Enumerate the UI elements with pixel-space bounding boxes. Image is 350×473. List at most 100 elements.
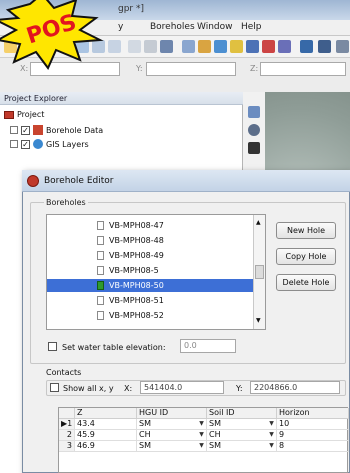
scroll-thumb[interactable]	[255, 265, 264, 279]
list-item-label: VB-MPH08-51	[109, 296, 164, 305]
checkbox-gis-layers[interactable]: ✓	[21, 139, 30, 149]
scroll-down-icon[interactable]: ▼	[256, 317, 261, 324]
more-icon[interactable]	[336, 40, 349, 53]
column-header-hgu-id[interactable]: HGU ID	[137, 408, 207, 419]
cell-horizon[interactable]: 9	[277, 430, 349, 441]
cell-z[interactable]: 46.9	[75, 441, 137, 452]
column-header-horizon[interactable]: Horizon	[277, 408, 349, 419]
model-icon[interactable]	[300, 40, 313, 53]
water-table-label: Set water table elevation:	[62, 343, 166, 352]
water-table-checkbox[interactable]	[48, 342, 57, 351]
menu-window[interactable]: Window	[197, 22, 233, 32]
x-value-field[interactable]: 541404.0	[140, 381, 224, 394]
scroll-up-icon[interactable]: ▲	[256, 219, 261, 226]
tree-item-label: Borehole Data	[46, 125, 104, 135]
cell-horizon[interactable]: 8	[277, 441, 349, 452]
cell-hgu-value: SM	[139, 441, 151, 450]
list-item[interactable]: VB-MPH08-47	[47, 219, 265, 232]
tree-item-gis-layers[interactable]: ✓ GIS Layers	[10, 139, 89, 149]
view-icon[interactable]	[318, 40, 331, 53]
column-header-soil-id[interactable]: Soil ID	[207, 408, 277, 419]
cell-z[interactable]: 45.9	[75, 430, 137, 441]
target-icon[interactable]	[144, 40, 157, 53]
show-all-xy-checkbox[interactable]	[50, 383, 59, 392]
tree-item-project[interactable]: Project	[4, 110, 44, 119]
project-explorer-title: Project Explorer	[4, 94, 68, 103]
water-table-input[interactable]: 0.0	[180, 339, 236, 353]
cell-soil-id[interactable]: CH ▼	[207, 430, 277, 441]
list-item-selected[interactable]: VB-MPH08-50	[47, 279, 265, 292]
export-icon[interactable]	[262, 40, 275, 53]
expand-icon[interactable]	[10, 140, 18, 148]
filter-icon[interactable]	[182, 40, 195, 53]
lamp-icon[interactable]	[230, 40, 243, 53]
y-coord-label: Y:	[136, 64, 143, 73]
cell-soil-value: CH	[209, 430, 221, 439]
dropdown-arrow-icon[interactable]: ▼	[268, 442, 275, 450]
expand-icon[interactable]	[10, 126, 18, 134]
list-item[interactable]: VB-MPH08-52	[47, 309, 265, 322]
hole-icon	[97, 236, 104, 245]
y-label: Y:	[236, 384, 243, 393]
settings-icon[interactable]	[128, 40, 141, 53]
cell-hgu-id[interactable]: SM ▼	[137, 419, 207, 430]
book-icon[interactable]	[246, 40, 259, 53]
list-item-label: VB-MPH08-5	[109, 266, 159, 275]
pointer-icon[interactable]	[248, 106, 260, 118]
row-header[interactable]: 3	[59, 441, 75, 452]
list-item[interactable]: VB-MPH08-5	[47, 264, 265, 277]
contacts-table[interactable]: Z HGU ID Soil ID Horizon ▶1 43.4 SM ▼ SM ▼…	[58, 407, 349, 473]
delete-hole-button[interactable]: Delete Hole	[276, 274, 336, 291]
starburst-badge: POS	[0, 0, 104, 70]
list-item[interactable]: VB-MPH08-49	[47, 249, 265, 262]
zoom-icon[interactable]	[160, 40, 173, 53]
cell-hgu-value: SM	[139, 419, 151, 428]
dropdown-arrow-icon[interactable]: ▼	[198, 431, 205, 439]
cell-soil-value: SM	[209, 441, 221, 450]
dropdown-arrow-icon[interactable]: ▼	[198, 420, 205, 428]
chart-icon[interactable]	[214, 40, 227, 53]
column-header-z[interactable]: Z	[75, 408, 137, 419]
row-header[interactable]: 2	[59, 430, 75, 441]
y-value-field[interactable]: 2204866.0	[250, 381, 340, 394]
tree-item-label: GIS Layers	[46, 139, 89, 149]
cell-soil-id[interactable]: SM ▼	[207, 441, 277, 452]
hole-icon	[97, 251, 104, 260]
borehole-list[interactable]: VB-MPH08-47 VB-MPH08-48 VB-MPH08-49 VB-M…	[46, 214, 266, 330]
menu-boreholes[interactable]: Boreholes	[150, 22, 195, 32]
z-coord-field[interactable]	[260, 62, 346, 76]
cell-z[interactable]: 43.4	[75, 419, 137, 430]
dropdown-arrow-icon[interactable]: ▼	[198, 442, 205, 450]
cell-soil-id[interactable]: SM ▼	[207, 419, 277, 430]
grid-icon[interactable]	[198, 40, 211, 53]
list-item[interactable]: VB-MPH08-51	[47, 294, 265, 307]
tree-item-label: Project	[17, 110, 45, 119]
checkbox-borehole-data[interactable]: ✓	[21, 125, 30, 135]
row-header[interactable]: ▶1	[59, 419, 75, 430]
list-item-label: VB-MPH08-50	[109, 281, 164, 290]
dialog-titlebar: Borehole Editor	[22, 170, 350, 192]
project-explorer-header: Project Explorer	[0, 92, 243, 105]
report-icon[interactable]	[278, 40, 291, 53]
table-corner	[59, 408, 75, 419]
hole-icon	[97, 311, 104, 320]
dialog-app-icon	[27, 175, 39, 187]
list-item[interactable]: VB-MPH08-48	[47, 234, 265, 247]
y-coord-field[interactable]	[146, 62, 236, 76]
copy-hole-button[interactable]: Copy Hole	[276, 248, 336, 265]
list-item-label: VB-MPH08-48	[109, 236, 164, 245]
zoom-in-icon[interactable]	[248, 124, 260, 136]
menu-help[interactable]: Help	[241, 22, 262, 32]
cell-hgu-id[interactable]: CH ▼	[137, 430, 207, 441]
dropdown-arrow-icon[interactable]: ▼	[268, 420, 275, 428]
tree-item-borehole-data[interactable]: ✓ Borehole Data	[10, 125, 103, 135]
pan-icon[interactable]	[248, 142, 260, 154]
dropdown-arrow-icon[interactable]: ▼	[268, 431, 275, 439]
cell-horizon[interactable]: 10	[277, 419, 349, 430]
new-hole-button[interactable]: New Hole	[276, 222, 336, 239]
window-title: gpr *]	[118, 4, 144, 14]
list-scrollbar[interactable]: ▲ ▼	[253, 215, 265, 329]
cell-hgu-value: CH	[139, 430, 151, 439]
row-number: 1	[67, 419, 73, 428]
cell-hgu-id[interactable]: SM ▼	[137, 441, 207, 452]
